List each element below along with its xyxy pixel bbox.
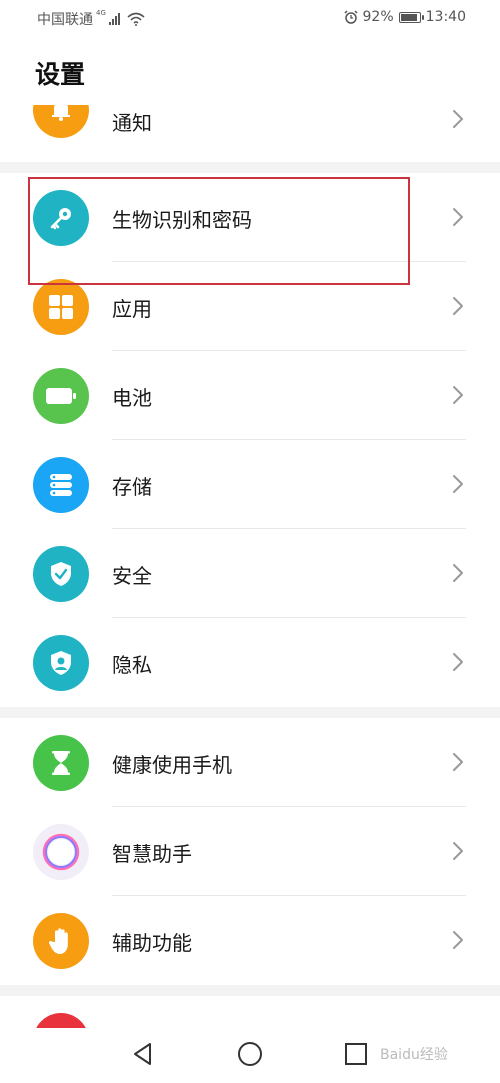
settings-item[interactable]: 辅助功能	[0, 896, 500, 985]
settings-item[interactable]: 存储	[0, 440, 500, 529]
home-button[interactable]	[236, 1040, 264, 1068]
assistant-icon	[33, 824, 89, 880]
storage-icon	[33, 457, 89, 513]
shield-check-icon	[33, 546, 89, 602]
settings-item[interactable]: 健康使用手机	[0, 718, 500, 807]
section-divider	[0, 162, 500, 173]
settings-item[interactable]: 安全	[0, 529, 500, 618]
settings-item-label: 智慧助手	[112, 842, 192, 866]
battery-icon	[33, 368, 89, 424]
chevron-right-icon	[450, 651, 466, 673]
settings-item-label: 应用	[112, 297, 152, 321]
wifi-icon	[127, 12, 145, 26]
clock: 13:40	[425, 9, 466, 25]
chevron-right-icon	[450, 840, 466, 862]
settings-item-label: 辅助功能	[112, 931, 192, 955]
chevron-right-icon	[450, 929, 466, 951]
chevron-right-icon	[450, 108, 466, 130]
chevron-right-icon	[450, 562, 466, 584]
chevron-right-icon	[450, 295, 466, 317]
back-button[interactable]	[129, 1040, 157, 1068]
chevron-right-icon	[450, 473, 466, 495]
settings-item-label: 健康使用手机	[112, 753, 232, 777]
recents-button[interactable]	[342, 1040, 370, 1068]
settings-item-label: 通知	[112, 111, 152, 135]
status-right: 92% 13:40	[343, 9, 466, 25]
network-type: 4G	[96, 9, 106, 17]
hourglass-icon	[33, 735, 89, 791]
chevron-right-icon	[450, 384, 466, 406]
status-left: 中国联通 4G	[37, 9, 145, 29]
section-divider	[0, 707, 500, 718]
chevron-right-icon	[450, 751, 466, 773]
hand-icon	[33, 913, 89, 969]
settings-item[interactable]: 智慧助手	[0, 807, 500, 896]
settings-item[interactable]: 隐私	[0, 618, 500, 707]
settings-item-label: 电池	[112, 386, 152, 410]
settings-item[interactable]: 电池	[0, 351, 500, 440]
battery-percent: 92%	[362, 9, 394, 25]
settings-item-label: 隐私	[112, 653, 152, 677]
settings-item-label: 安全	[112, 564, 152, 588]
alarm-icon	[343, 10, 358, 24]
signal-icon	[108, 13, 120, 25]
chevron-right-icon	[450, 206, 466, 228]
section-divider	[0, 985, 500, 996]
highlight-box	[28, 177, 410, 285]
settings-item-label: 存储	[112, 475, 152, 499]
status-bar: 中国联通 4G 92% 13:40	[0, 0, 500, 36]
watermark: Baidu经验	[380, 1047, 448, 1063]
page-title: 设置	[35, 60, 86, 89]
navigation-bar: Baidu经验	[0, 1028, 500, 1083]
privacy-icon	[33, 635, 89, 691]
battery-icon	[398, 11, 424, 23]
carrier-name: 中国联通	[37, 12, 93, 28]
grid-icon	[33, 279, 89, 335]
